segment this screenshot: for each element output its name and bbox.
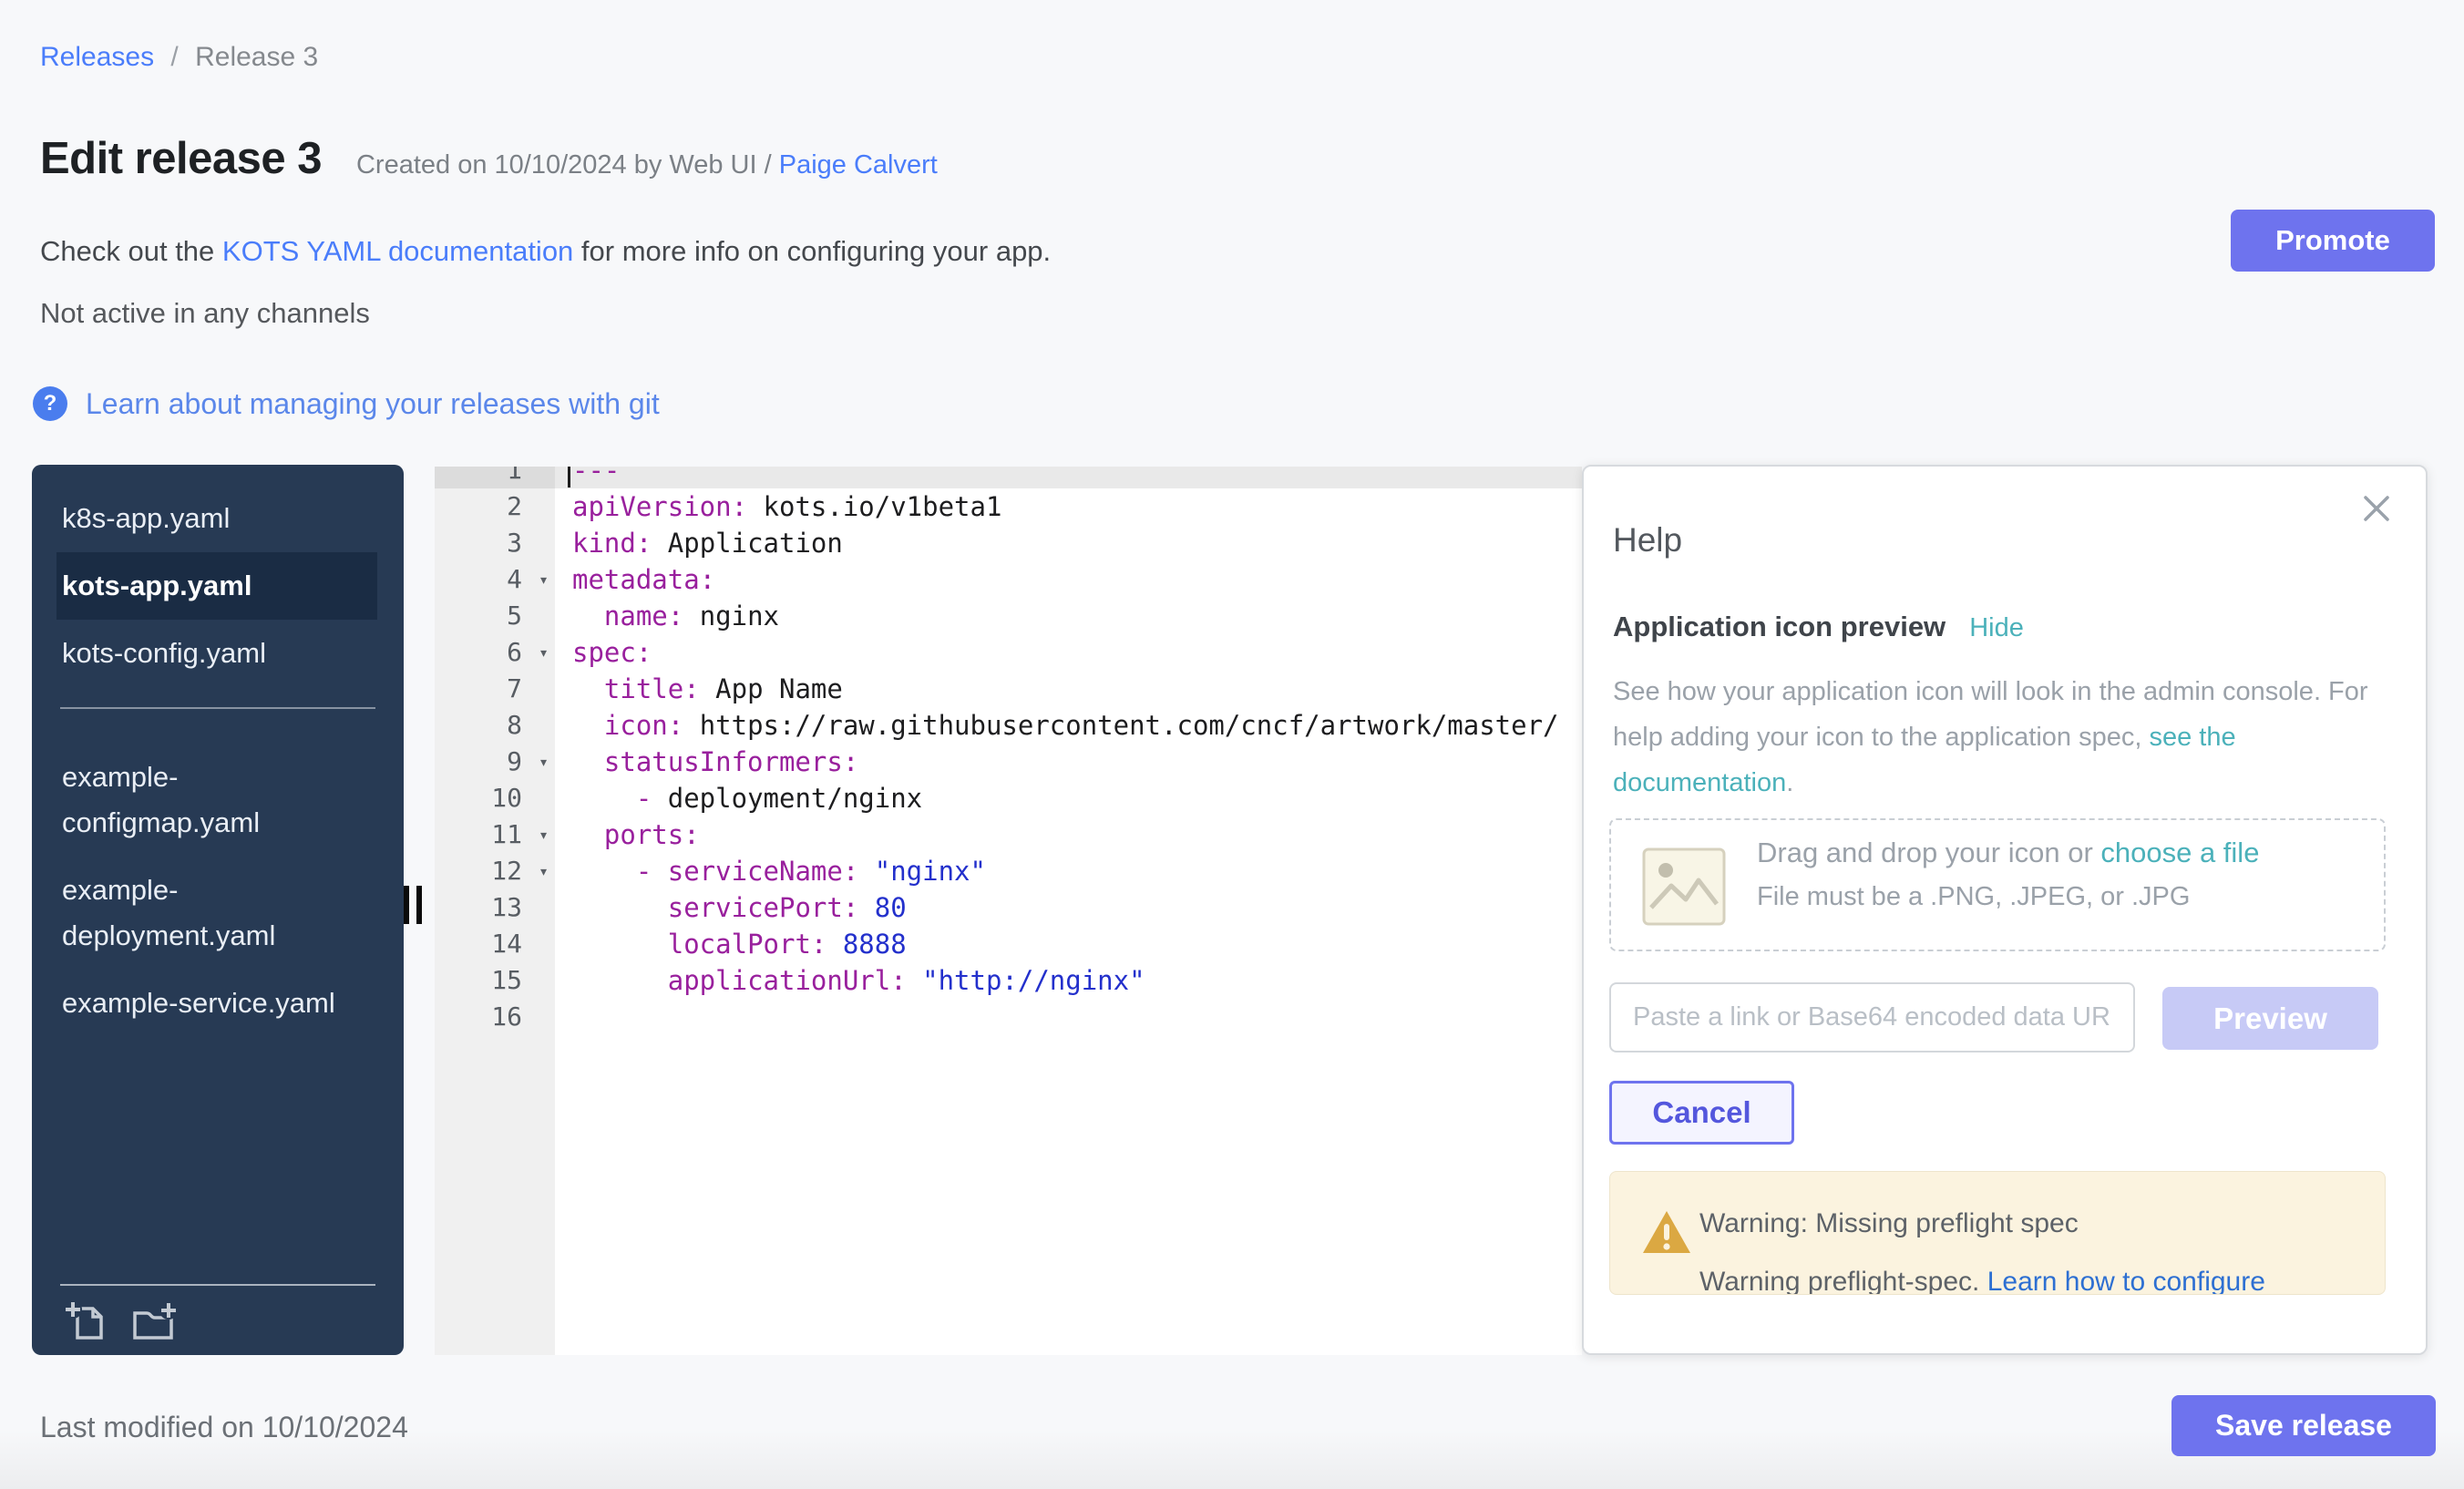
configure-preflight-link[interactable]: Learn how to configure <box>1987 1267 2265 1295</box>
fold-arrow-icon[interactable]: ▾ <box>539 562 549 599</box>
file-group-divider <box>60 707 375 709</box>
git-help-link[interactable]: Learn about managing your releases with … <box>86 387 660 421</box>
title-row: Edit release 3 Created on 10/10/2024 by … <box>40 133 938 184</box>
new-folder-icon[interactable] <box>128 1299 179 1344</box>
gutter-line-number: 10 <box>435 780 555 816</box>
channel-status: Not active in any channels <box>40 297 370 330</box>
gutter-line-number: 2 <box>435 488 555 525</box>
icon-preview-title: Application icon preview <box>1613 611 1946 643</box>
preflight-warning: Warning: Missing preflight spec Warning … <box>1609 1171 2386 1295</box>
gutter-line-number: 7 <box>435 671 555 707</box>
gutter-line-number: 12▾ <box>435 853 555 889</box>
code-line[interactable]: 2apiVersion: kots.io/v1beta1 <box>435 488 1582 525</box>
code-line[interactable]: 15 applicationUrl: "http://nginx" <box>435 962 1582 999</box>
code-line[interactable]: 4▾metadata: <box>435 561 1582 598</box>
code-lines: 1---2apiVersion: kots.io/v1beta13kind: A… <box>435 467 1582 1035</box>
promote-button[interactable]: Promote <box>2231 210 2435 272</box>
gutter-line-number: 8 <box>435 707 555 744</box>
created-author-link[interactable]: Paige Calvert <box>779 150 938 180</box>
gutter-line-number: 16 <box>435 999 555 1035</box>
warning-detail: Warning preflight-spec. Learn how to con… <box>1699 1267 2265 1295</box>
file-list: k8s-app.yamlkots-app.yamlkots-config.yam… <box>32 465 404 1037</box>
docs-hint-prefix: Check out the <box>40 235 222 267</box>
created-text: Created on 10/10/2024 by Web UI / <box>356 150 772 180</box>
pane-resize-handle-left[interactable] <box>404 886 424 924</box>
code-line[interactable]: 13 servicePort: 80 <box>435 889 1582 926</box>
gutter-line-number: 9▾ <box>435 744 555 780</box>
breadcrumb: Releases / Release 3 <box>40 42 318 73</box>
page-title: Edit release 3 <box>40 133 322 184</box>
code-line[interactable]: 16 <box>435 999 1582 1035</box>
fold-arrow-icon[interactable]: ▾ <box>539 817 549 854</box>
kots-docs-link[interactable]: KOTS YAML documentation <box>222 235 573 267</box>
warning-triangle-icon <box>1641 1208 1692 1256</box>
breadcrumb-current: Release 3 <box>195 42 318 72</box>
gutter-line-number: 14 <box>435 926 555 962</box>
warning-title: Warning: Missing preflight spec <box>1699 1208 2079 1239</box>
cancel-button[interactable]: Cancel <box>1609 1081 1794 1145</box>
file-tree-item[interactable]: example-service.yaml <box>56 970 377 1037</box>
help-title: Help <box>1613 521 1682 560</box>
icon-url-input[interactable] <box>1609 982 2135 1053</box>
file-tree-item[interactable]: kots-app.yaml <box>56 552 377 620</box>
question-circle-icon: ? <box>33 386 67 421</box>
fold-arrow-icon[interactable]: ▾ <box>539 744 549 781</box>
breadcrumb-releases-link[interactable]: Releases <box>40 42 154 72</box>
dropzone-text: Drag and drop your icon or <box>1757 837 2100 868</box>
save-release-button[interactable]: Save release <box>2171 1395 2436 1456</box>
file-tree-item[interactable]: k8s-app.yaml <box>56 485 377 552</box>
file-tree-item[interactable]: example-deployment.yaml <box>56 857 377 970</box>
code-line[interactable]: 6▾spec: <box>435 634 1582 671</box>
file-tree-item[interactable]: kots-config.yaml <box>56 620 377 687</box>
code-line[interactable]: 9▾ statusInformers: <box>435 744 1582 780</box>
code-line[interactable]: 14 localPort: 8888 <box>435 926 1582 962</box>
choose-file-link[interactable]: choose a file <box>2100 837 2259 868</box>
description-text: See how your application icon will look … <box>1613 677 2368 752</box>
docs-hint: Check out the KOTS YAML documentation fo… <box>40 235 1051 268</box>
preview-button[interactable]: Preview <box>2162 987 2378 1050</box>
hide-link[interactable]: Hide <box>1969 613 2024 643</box>
gutter-line-number: 13 <box>435 889 555 926</box>
code-line[interactable]: 1--- <box>435 467 1582 488</box>
gutter-line-number: 4▾ <box>435 561 555 598</box>
fold-arrow-icon[interactable]: ▾ <box>539 854 549 890</box>
new-file-icon[interactable] <box>62 1299 108 1344</box>
help-panel: Help Application icon preview Hide See h… <box>1582 465 2428 1355</box>
gutter-line-number: 1 <box>435 467 555 488</box>
gutter-line-number: 15 <box>435 962 555 999</box>
code-line[interactable]: 10 - deployment/nginx <box>435 780 1582 816</box>
edit-release-page: Releases / Release 3 Edit release 3 Crea… <box>0 0 2464 1489</box>
close-icon[interactable] <box>2358 490 2395 527</box>
gutter-line-number: 5 <box>435 598 555 634</box>
code-line[interactable]: 3kind: Application <box>435 525 1582 561</box>
dropzone-filetypes: File must be a .PNG, .JPEG, or .JPG <box>1757 882 2259 912</box>
fold-arrow-icon[interactable]: ▾ <box>539 635 549 672</box>
image-placeholder-icon <box>1642 847 1726 926</box>
file-sidebar: k8s-app.yamlkots-app.yamlkots-config.yam… <box>32 465 404 1355</box>
gutter-line-number: 6▾ <box>435 634 555 671</box>
icon-dropzone[interactable]: Drag and drop your icon or choose a file… <box>1609 818 2386 951</box>
code-line[interactable]: 5 name: nginx <box>435 598 1582 634</box>
sidebar-footer <box>56 1284 379 1344</box>
git-help-row[interactable]: ? Learn about managing your releases wit… <box>33 386 660 421</box>
text-cursor <box>568 467 570 488</box>
yaml-editor[interactable]: 1---2apiVersion: kots.io/v1beta13kind: A… <box>435 467 1582 1355</box>
code-line[interactable]: 7 title: App Name <box>435 671 1582 707</box>
file-tree-item[interactable]: example-configmap.yaml <box>56 744 377 857</box>
sidebar-footer-divider <box>60 1284 375 1286</box>
last-modified-text: Last modified on 10/10/2024 <box>40 1411 408 1444</box>
code-line[interactable]: 8 icon: https://raw.githubusercontent.co… <box>435 707 1582 744</box>
gutter-line-number: 3 <box>435 525 555 561</box>
docs-hint-suffix: for more info on configuring your app. <box>573 235 1051 267</box>
breadcrumb-separator: / <box>170 42 178 72</box>
code-line[interactable]: 11▾ ports: <box>435 816 1582 853</box>
gutter-line-number: 11▾ <box>435 816 555 853</box>
icon-preview-description: See how your application icon will look … <box>1613 669 2377 806</box>
created-meta: Created on 10/10/2024 by Web UI / Paige … <box>356 150 938 180</box>
code-line[interactable]: 12▾ - serviceName: "nginx" <box>435 853 1582 889</box>
